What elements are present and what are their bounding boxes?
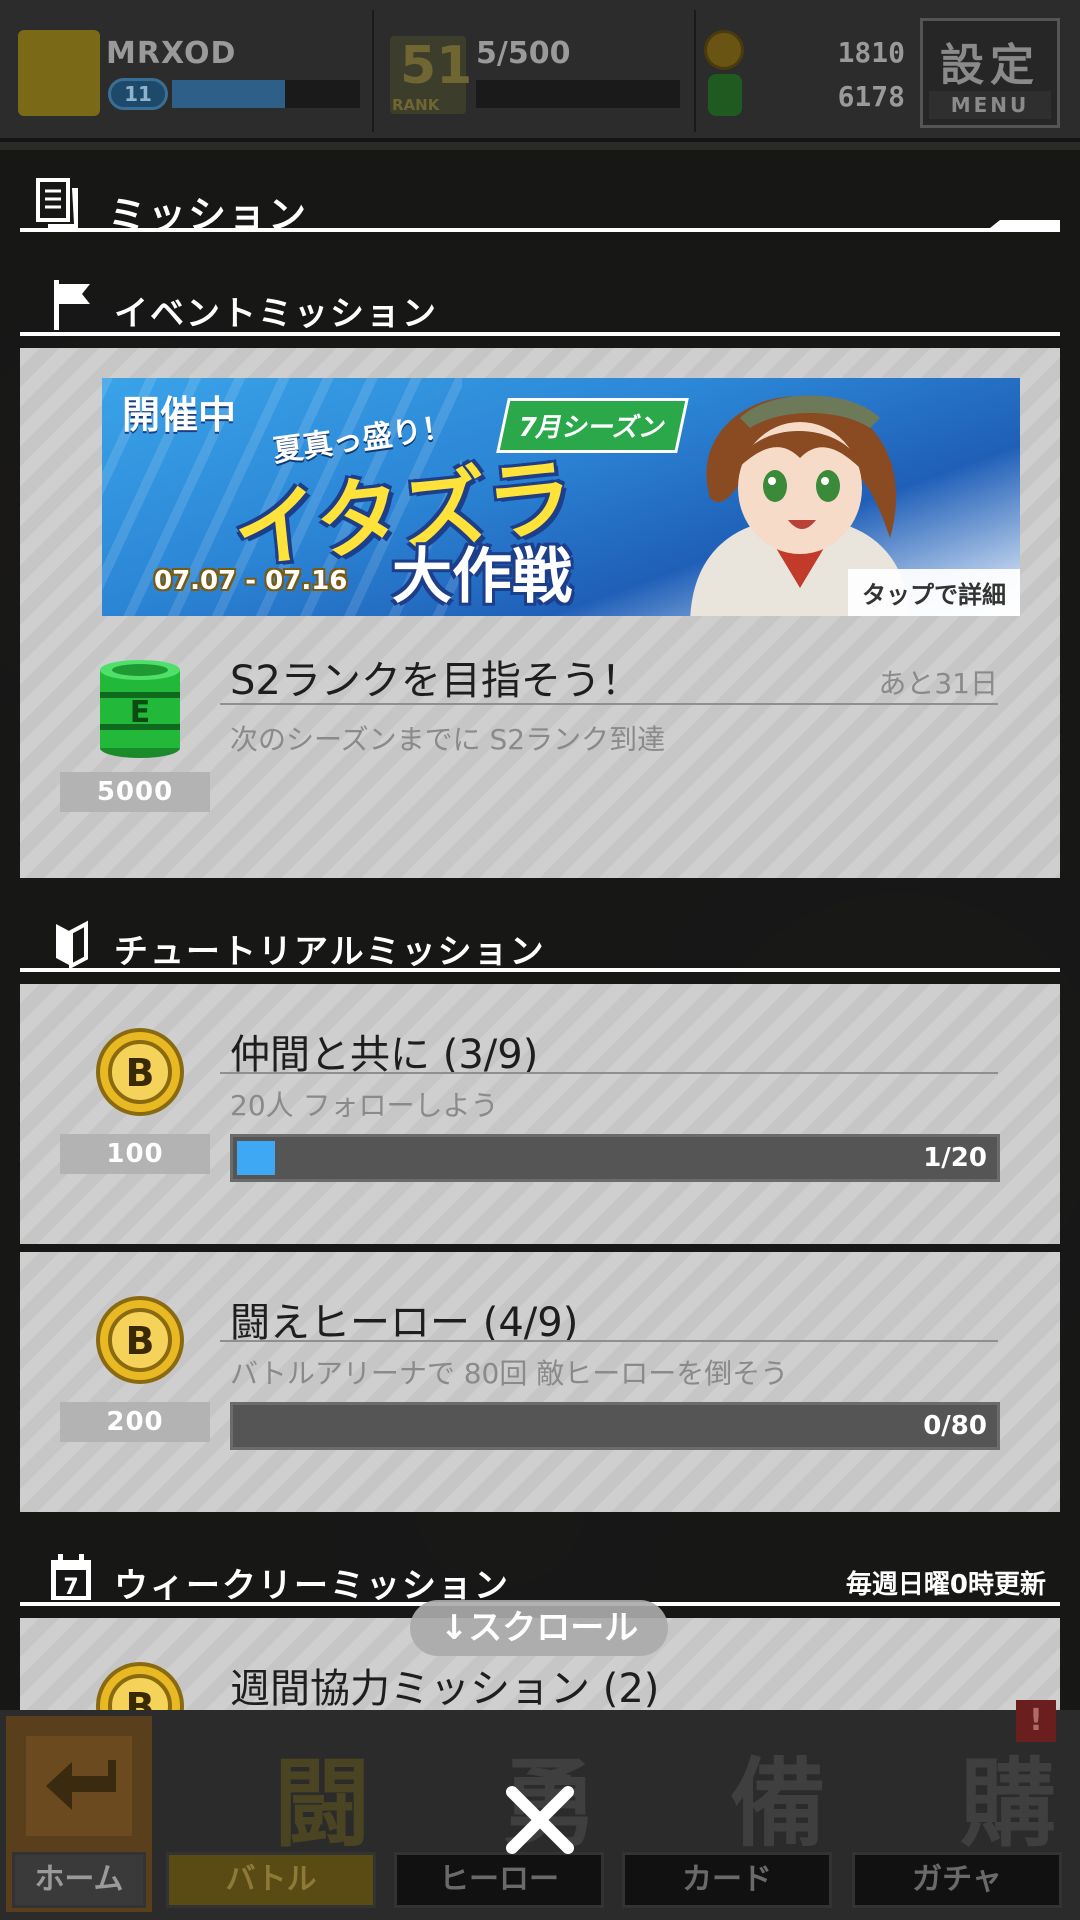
flag-icon <box>54 280 90 330</box>
banner-status: 開催中 <box>122 393 237 437</box>
notification-badge: ! <box>1016 1700 1056 1742</box>
scroll-hint: ↓スクロール <box>410 1600 668 1656</box>
gold-coin-icon <box>704 30 744 70</box>
mission-remaining-time: あと31日 <box>878 667 998 700</box>
rank-number: 51 <box>400 36 473 96</box>
banner-logo-line2: 大作戦 <box>392 542 572 612</box>
nav-home-label: ホーム <box>12 1852 146 1908</box>
menu-kanji-label: 設定 <box>940 40 1040 91</box>
back-arrow-icon <box>26 1736 132 1836</box>
player-name: MRXOD <box>106 36 237 71</box>
event-banner[interactable]: 開催中 夏真っ盛り！ 7月シーズン イタズラ 大作戦 07.07 - 07.16… <box>102 378 1020 616</box>
title-underline <box>20 228 1060 232</box>
section-weekly-header: 7 ウィークリーミッション 毎週日曜0時更新 <box>20 1546 1060 1606</box>
mission-progress-fill <box>237 1141 275 1175</box>
weekly-reset-note: 毎週日曜0時更新 <box>845 1570 1046 1600</box>
reward-amount: 200 <box>60 1402 210 1442</box>
rank-label: RANK <box>392 96 440 114</box>
calendar-icon: 7 <box>51 1554 91 1600</box>
mission-title-rule <box>220 703 998 705</box>
exp-text: 5/500 <box>476 36 571 71</box>
svg-text:B: B <box>126 1685 155 1710</box>
nav-gacha[interactable]: 購 ガチャ <box>846 1716 1068 1912</box>
mission-title-rule <box>220 1340 998 1342</box>
nav-hero-label: ヒーロー <box>394 1852 604 1908</box>
mission-title-rule <box>220 1072 998 1074</box>
svg-text:B: B <box>126 1319 155 1363</box>
svg-text:B: B <box>126 1051 155 1095</box>
menu-label: MENU <box>929 91 1051 119</box>
gold-coin-icon: B <box>96 1662 184 1710</box>
reward-amount: 5000 <box>60 772 210 812</box>
mission-progress-text: 0/80 <box>923 1411 987 1441</box>
exp-progress-bar <box>476 80 680 108</box>
status-bar: MRXOD 11 51 RANK 5/500 1810 6178 設定 MENU <box>0 0 1080 142</box>
nav-card[interactable]: 備 カード <box>616 1716 838 1912</box>
reward-amount: 100 <box>60 1134 210 1174</box>
mission-progress-bar: 0/80 <box>230 1402 1000 1450</box>
svg-text:E: E <box>130 695 151 730</box>
nav-card-label: カード <box>622 1852 832 1908</box>
battle-kanji-icon: 闘 <box>274 1748 370 1860</box>
gem-amount: 6178 <box>837 80 905 113</box>
avatar <box>18 30 100 116</box>
mission-description: バトルアリーナで 80回 敵ヒーローを倒そう <box>230 1357 789 1390</box>
mission-panel[interactable]: ミッション イベントミッション 開催中 夏真っ盛り！ 7月シーズン イタズラ 大… <box>0 150 1080 1710</box>
section-underline <box>20 332 1060 336</box>
gold-coin-icon: B <box>96 1028 184 1116</box>
level-progress-bar <box>172 80 360 108</box>
banner-dates: 07.07 - 07.16 <box>154 566 348 596</box>
panel-title: ミッション <box>20 174 1060 237</box>
mission-description: 20人 フォローしよう <box>230 1089 499 1122</box>
nav-home[interactable]: ホーム <box>6 1716 152 1912</box>
close-icon[interactable] <box>500 1780 580 1860</box>
banner-tap-hint: タップで詳細 <box>848 569 1020 616</box>
section-event-header: イベントミッション <box>20 274 1060 334</box>
nav-battle[interactable]: 闘 バトル <box>160 1716 382 1912</box>
section-tutorial-header: チュートリアルミッション <box>20 912 1060 972</box>
gacha-kanji-icon: 購 <box>960 1748 1056 1860</box>
event-mission-card[interactable]: 開催中 夏真っ盛り！ 7月シーズン イタズラ 大作戦 07.07 - 07.16… <box>20 348 1060 878</box>
svg-text:7: 7 <box>63 1575 78 1600</box>
beginner-mark-icon <box>56 920 88 970</box>
mission-title: 週間協力ミッション (2) <box>230 1666 660 1710</box>
nav-gacha-label: ガチャ <box>852 1852 1062 1908</box>
section-event-title: イベントミッション <box>114 294 438 334</box>
section-underline <box>20 968 1060 972</box>
mission-progress-bar: 1/20 <box>230 1134 1000 1182</box>
divider <box>694 10 696 132</box>
green-can-icon: E <box>100 660 180 758</box>
level-badge: 11 <box>108 78 168 110</box>
mission-description: 次のシーズンまでに S2ランク到達 <box>230 723 666 756</box>
level-progress-fill <box>172 80 285 108</box>
gold-amount: 1810 <box>837 36 905 69</box>
card-kanji-icon: 備 <box>730 1748 826 1860</box>
green-can-icon <box>708 74 742 116</box>
gold-coin-icon: B <box>96 1296 184 1384</box>
tutorial-mission-card[interactable]: B 100 仲間と共に (3/9) 20人 フォローしよう 1/20 <box>20 984 1060 1244</box>
mission-progress-text: 1/20 <box>923 1143 987 1173</box>
divider <box>372 10 374 132</box>
menu-button[interactable]: 設定 MENU <box>920 18 1060 128</box>
mission-title: S2ランクを目指そう！ <box>230 658 641 704</box>
section-tutorial-title: チュートリアルミッション <box>114 932 546 972</box>
tutorial-mission-card[interactable]: B 200 闘えヒーロー (4/9) バトルアリーナで 80回 敵ヒーローを倒そ… <box>20 1252 1060 1512</box>
nav-battle-label: バトル <box>166 1852 376 1908</box>
document-icon <box>36 178 78 228</box>
